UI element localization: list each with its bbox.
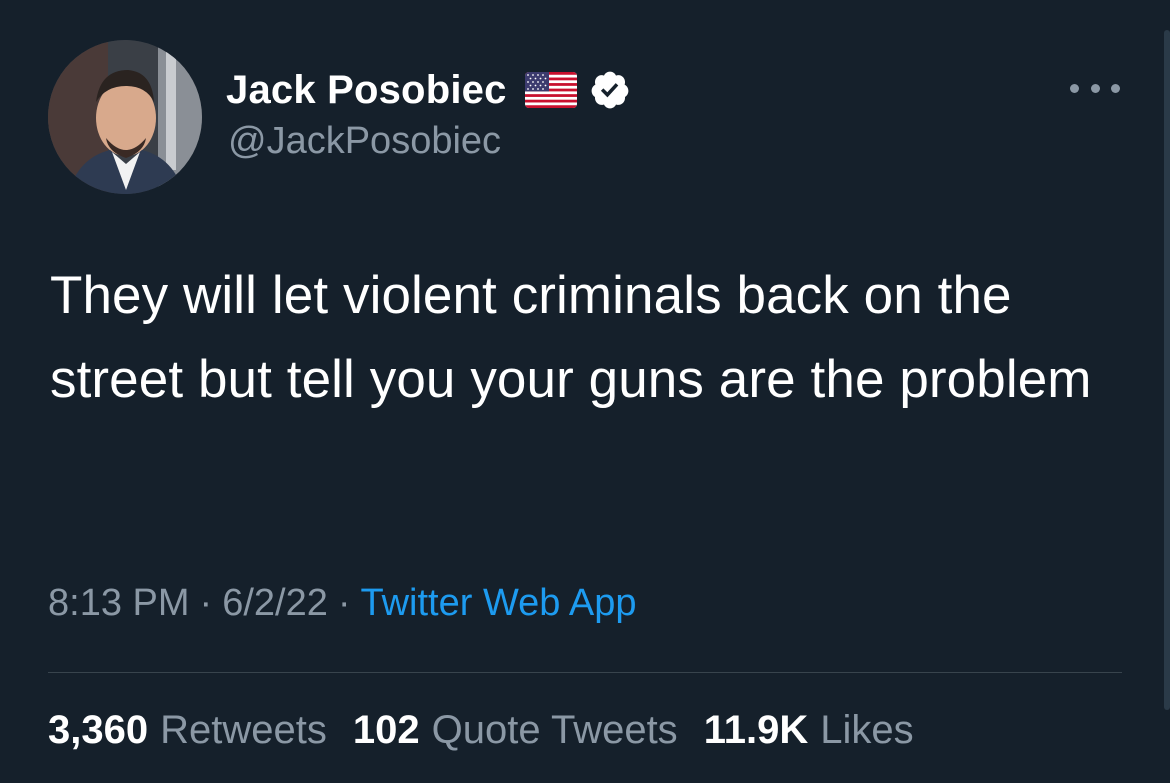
retweets-label: Retweets [160,708,327,752]
scrollbar[interactable] [1164,30,1170,710]
tweet-date[interactable]: 6/2/22 [222,582,328,624]
more-options-icon[interactable] [1070,76,1120,100]
tweet-card: Jack Posobiec @JackPosobiec They will le… [0,0,1170,783]
name-row: Jack Posobiec [226,64,631,116]
quote-tweets-count: 102 [352,708,420,752]
user-handle[interactable]: @JackPosobiec [228,120,501,163]
avatar[interactable] [48,40,202,194]
retweets-count: 3,360 [48,708,149,752]
engagement-stats: 3,360 Retweets 102 Quote Tweets 11.9K Li… [48,708,940,753]
divider [48,672,1122,673]
separator: · [199,582,213,624]
likes-label: Likes [820,708,914,752]
avatar-image [48,40,202,194]
tweet-metadata: 8:13 PM · 6/2/22 · Twitter Web App [48,582,636,625]
likes-stat[interactable]: 11.9K Likes [704,708,914,753]
more-dot [1111,83,1120,93]
tweet-text: They will let violent criminals back on … [50,266,1092,409]
verified-badge-icon [589,69,631,111]
likes-count: 11.9K [703,708,809,752]
display-name[interactable]: Jack Posobiec [226,68,507,113]
quote-tweets-stat[interactable]: 102 Quote Tweets [353,708,678,753]
tweet-source-link[interactable]: Twitter Web App [361,582,637,624]
more-dot [1070,83,1079,93]
more-dot [1090,83,1100,93]
separator: · [337,582,351,624]
quote-tweets-label: Quote Tweets [431,708,678,752]
retweets-stat[interactable]: 3,360 Retweets [48,708,327,753]
tweet-time[interactable]: 8:13 PM [48,582,190,624]
us-flag-icon [524,72,577,108]
